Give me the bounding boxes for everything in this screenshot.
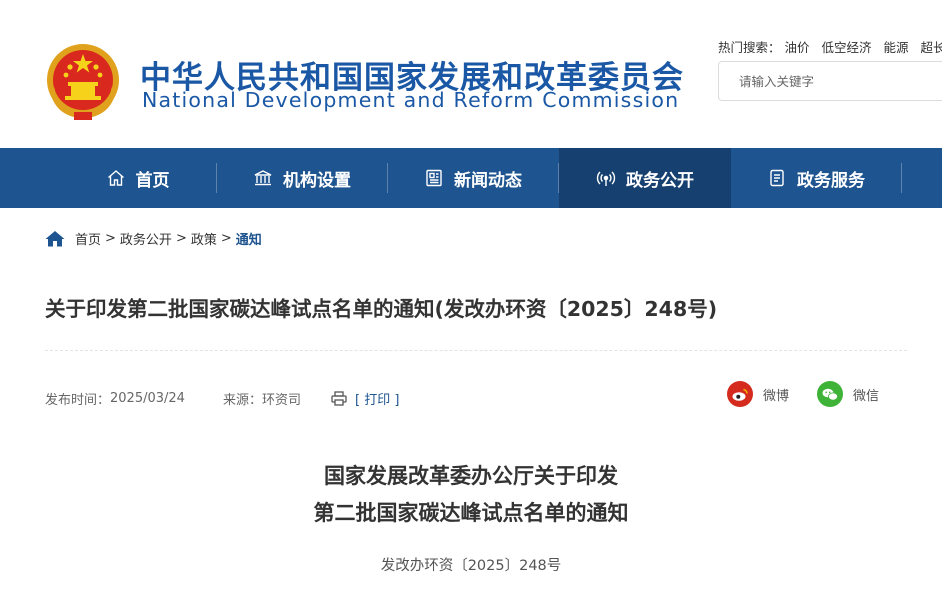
hot-link-energy[interactable]: 能源 [884, 40, 909, 55]
main-nav: 首页 机构设置 新闻动态 政务公开 政务服务 [0, 148, 942, 335]
weibo-icon [727, 381, 753, 407]
source-value: 环资司 [261, 393, 301, 408]
broadcast-icon [596, 171, 616, 186]
wechat-label: 微信 [853, 388, 880, 404]
nav-divider [901, 163, 902, 193]
hot-search-label: 热门搜索： [718, 40, 781, 55]
printer-icon [331, 391, 347, 406]
wechat-icon [817, 381, 843, 407]
national-emblem-icon[interactable] [44, 40, 122, 122]
breadcrumb-separator: > [220, 230, 232, 246]
hot-search: 热门搜索： 油价 低空经济 能源 超长 [718, 37, 942, 56]
breadcrumb-government-affairs[interactable]: 政务公开 [120, 229, 172, 248]
nav-item-label: 政务服务 [797, 170, 865, 191]
nav-next-icon[interactable] [930, 316, 942, 336]
nav-item-home[interactable]: 首页 [60, 148, 215, 208]
nav-item-government-affairs[interactable]: 政务公开 [559, 148, 731, 208]
hot-link-ultra-long[interactable]: 超长 [921, 40, 942, 55]
breadcrumb-notice[interactable]: 通知 [236, 229, 262, 248]
doc-heading-line-1: 国家发展改革委办公厅关于印发 [324, 464, 618, 488]
breadcrumb-home[interactable]: 首页 [75, 229, 101, 248]
site-header: 中华人民共和国国家发展和改革委员会 National Development a… [0, 0, 942, 148]
nav-item-news[interactable]: 新闻动态 [388, 148, 558, 208]
title-divider [45, 350, 907, 351]
publish-label: 发布时间： [45, 393, 111, 408]
breadcrumb: 首页 > 政务公开 > 政策 > 通知 [45, 228, 262, 248]
breadcrumb-home-icon[interactable] [45, 230, 65, 247]
breadcrumb-separator: > [105, 230, 116, 246]
search-input[interactable] [718, 61, 942, 101]
newspaper-icon [426, 169, 442, 187]
breadcrumb-policy[interactable]: 政策 [191, 229, 217, 248]
doc-number: 发改办环资〔2025〕248号 [380, 558, 562, 574]
document-icon [770, 169, 784, 187]
site-title-en[interactable]: National Development and Reform Commissi… [142, 88, 679, 112]
nav-item-institutions[interactable]: 机构设置 [217, 148, 387, 208]
nav-item-label: 首页 [135, 170, 170, 191]
article-meta: 发布时间： 2025/03/24 来源： 环资司 [ 打印 ] [45, 389, 399, 408]
print-button[interactable]: [ 打印 ] [331, 389, 399, 408]
nav-item-label: 新闻动态 [454, 170, 522, 191]
hot-link-low-altitude[interactable]: 低空经济 [822, 40, 872, 55]
print-label: [ 打印 ] [354, 393, 400, 408]
nav-item-label: 政务公开 [626, 170, 694, 191]
share-weibo-button[interactable]: 微博 [727, 380, 789, 408]
article-title: 关于印发第二批国家碳达峰试点名单的通知(发改办环资〔2025〕248号) [45, 297, 718, 321]
source-label: 来源： [222, 393, 262, 408]
institution-icon [254, 170, 272, 186]
nav-item-services[interactable]: 政务服务 [731, 148, 901, 208]
share-wechat-button[interactable]: 微信 [817, 380, 879, 408]
weibo-label: 微博 [763, 388, 790, 404]
nav-item-label: 机构设置 [283, 170, 351, 191]
doc-heading-line-2: 第二批国家碳达峰试点名单的通知 [313, 501, 629, 525]
publish-date: 2025/03/24 [110, 391, 185, 406]
hot-link-oil-price[interactable]: 油价 [785, 40, 810, 55]
breadcrumb-separator: > [175, 230, 187, 246]
home-icon [107, 170, 124, 186]
